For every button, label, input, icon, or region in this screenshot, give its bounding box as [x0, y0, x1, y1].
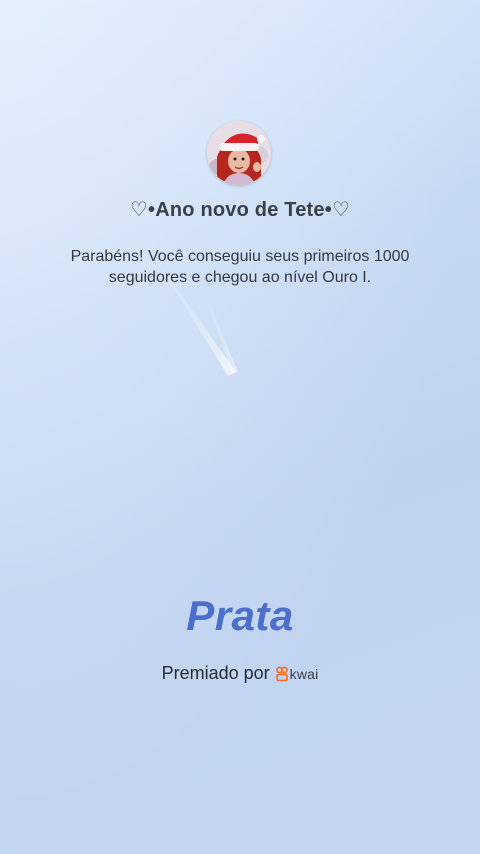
avatar-santa-hat-icon: [207, 121, 271, 185]
user-avatar: [207, 121, 271, 185]
page-title: ♡•Ano novo de Tete•♡: [129, 199, 351, 221]
level-name: Prata: [186, 592, 294, 639]
achievement-screen: ♡•Ano novo de Tete•♡ Parabéns! Você cons…: [0, 0, 480, 854]
kwai-brand-text: kwai: [289, 665, 319, 682]
kwai-logo-icon: [275, 666, 288, 682]
awarded-by-label: Premiado por: [161, 663, 270, 683]
achievement-message: Parabéns! Você conseguiu seus primeiros …: [70, 248, 410, 286]
kwai-logo: kwai: [275, 665, 319, 682]
awarded-by: Premiado por kwai: [0, 663, 480, 684]
